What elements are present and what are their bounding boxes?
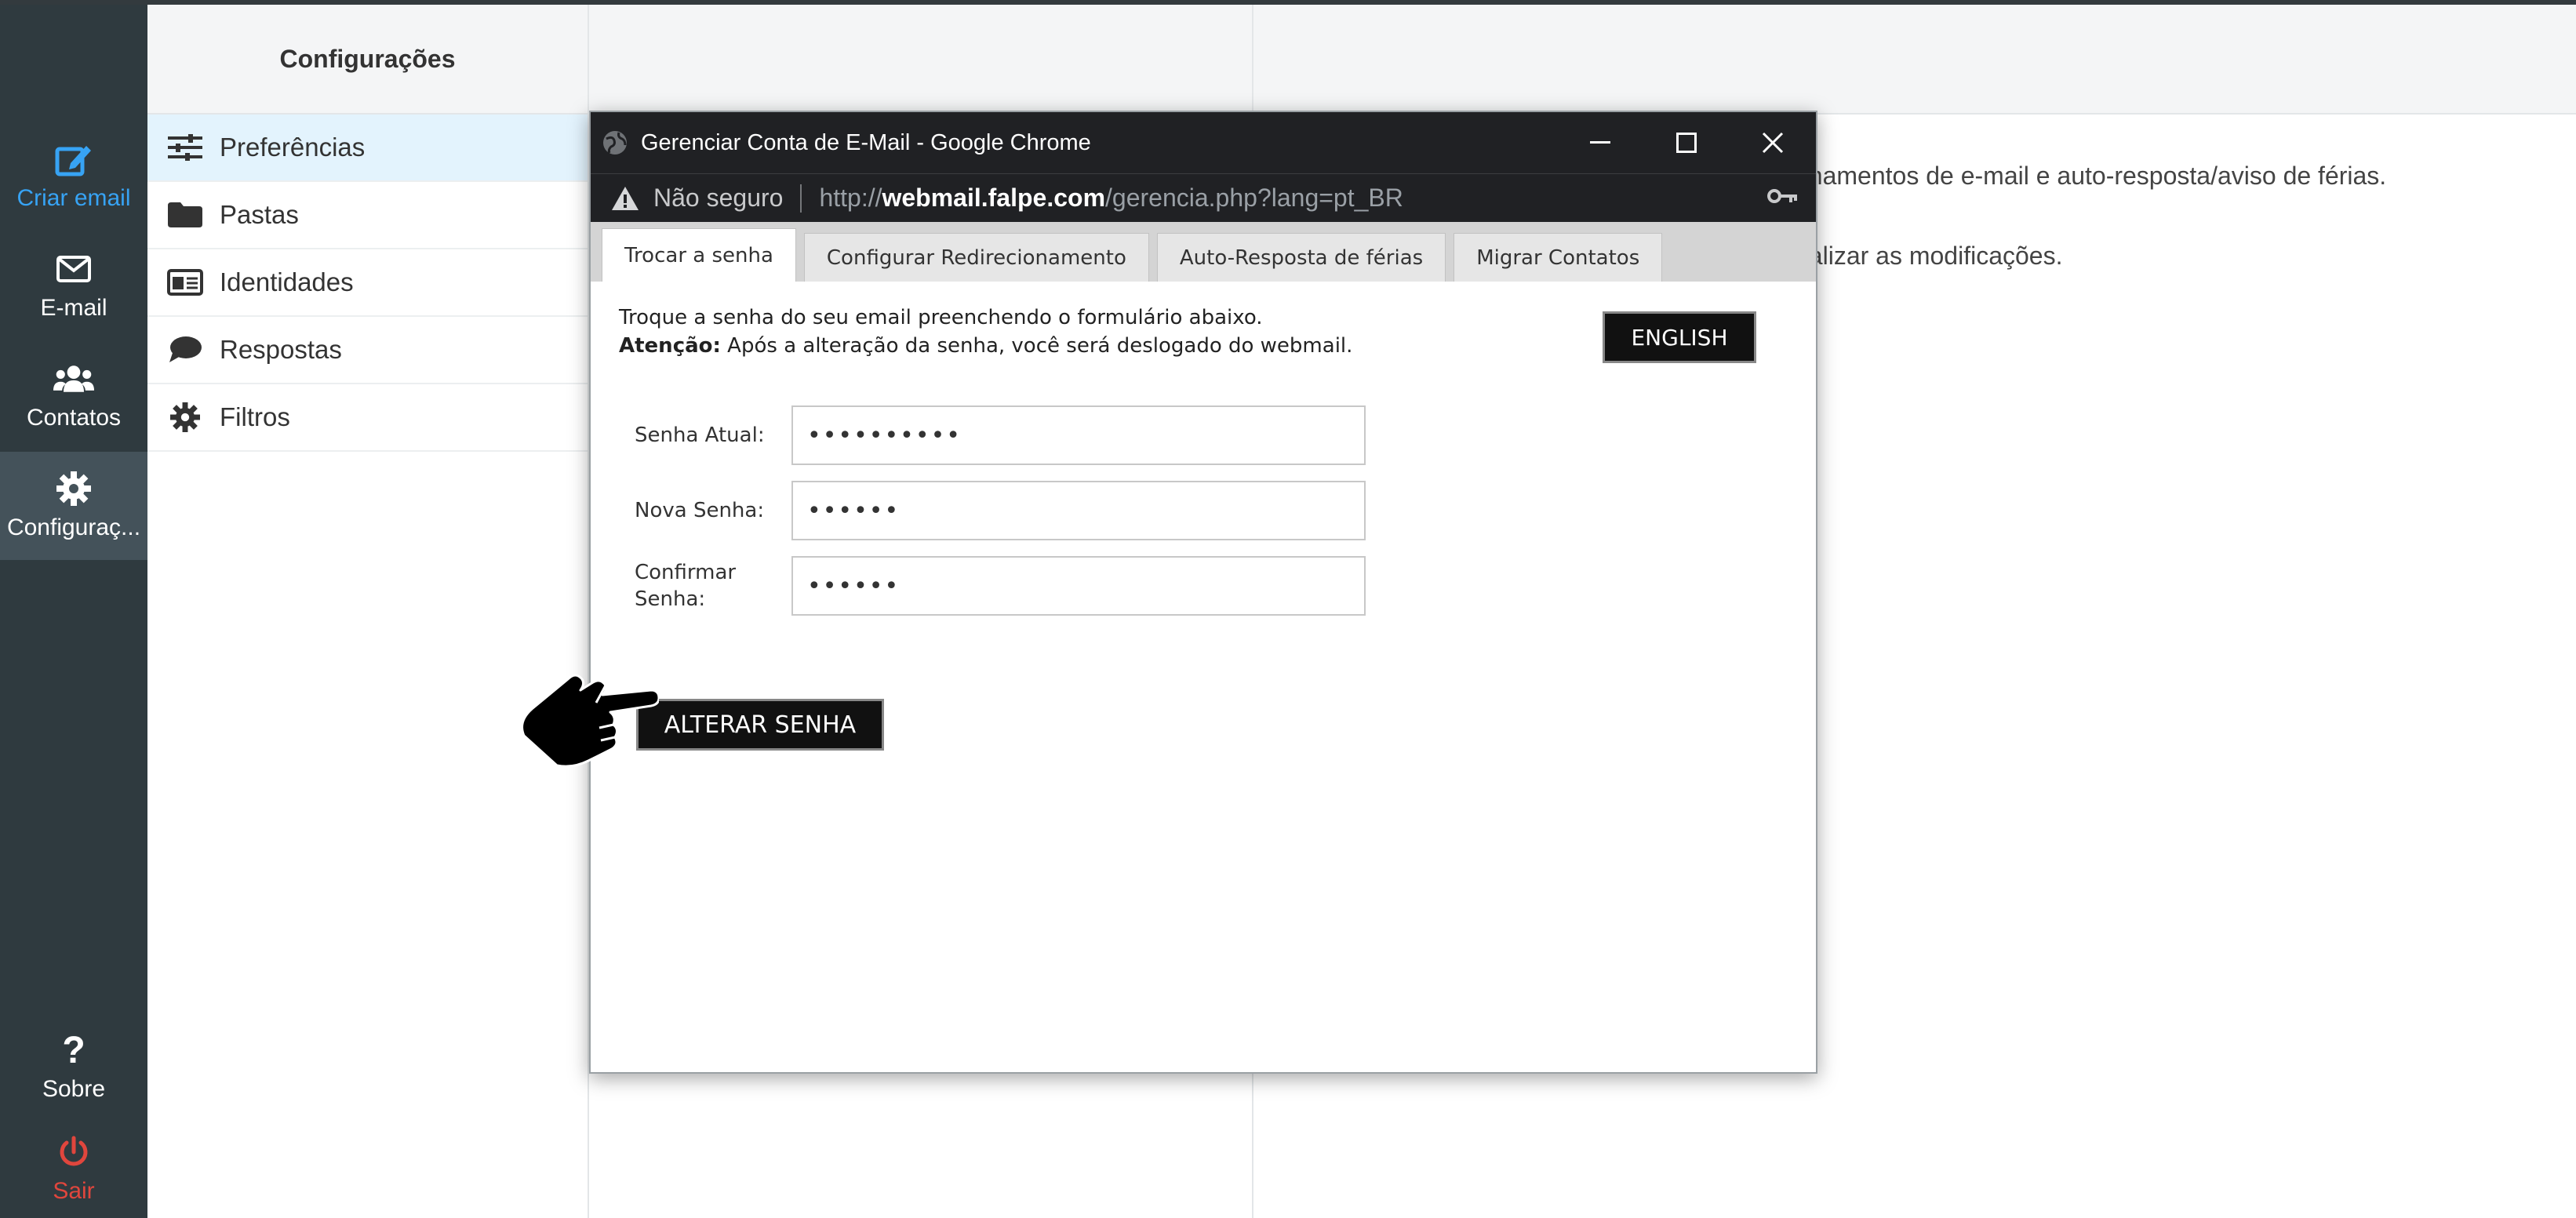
- settings-item-label: Filtros: [220, 402, 290, 431]
- settings-panel: Configurações Preferências Pastas Identi…: [147, 5, 589, 1218]
- envelope-icon: [53, 251, 94, 287]
- folder-icon: [166, 201, 204, 229]
- address-bar[interactable]: Não seguro http://webmail.falpe.com/gere…: [591, 173, 1816, 222]
- globe-icon: [602, 129, 628, 156]
- settings-title: Configurações: [147, 5, 588, 115]
- window-titlebar: Gerenciar Conta de E-Mail - Google Chrom…: [591, 112, 1816, 173]
- tab-change-password[interactable]: Trocar a senha: [602, 228, 796, 282]
- content-text-2: ealizar as modificações.: [1795, 242, 2063, 270]
- nav-contacts-label: Contatos: [26, 405, 122, 431]
- minimize-icon: [1590, 141, 1610, 144]
- minimize-button[interactable]: [1557, 112, 1643, 173]
- page-url: http://webmail.falpe.com/gerencia.php?la…: [819, 184, 1403, 213]
- tab-redirect[interactable]: Configurar Redirecionamento: [803, 233, 1149, 282]
- settings-item-label: Pastas: [220, 200, 299, 229]
- warning-icon: [611, 186, 639, 211]
- settings-item-folders[interactable]: Pastas: [147, 182, 588, 249]
- maximize-button[interactable]: [1643, 112, 1730, 173]
- gear-icon: [53, 471, 94, 507]
- settings-item-identities[interactable]: Identidades: [147, 249, 588, 317]
- address-separator: [800, 184, 802, 213]
- key-icon[interactable]: [1767, 187, 1799, 210]
- settings-item-preferences[interactable]: Preferências: [147, 115, 588, 182]
- confirm-password-input[interactable]: [791, 556, 1366, 616]
- confirm-password-label: Confirmar Senha:: [635, 561, 737, 611]
- nav-about[interactable]: ? Sobre: [0, 1024, 147, 1111]
- nav-settings-label: Configuraç...: [6, 514, 141, 540]
- nav-logout-label: Sair: [53, 1178, 95, 1204]
- current-password-input[interactable]: [791, 405, 1366, 465]
- new-password-input[interactable]: [791, 481, 1366, 540]
- compose-icon: [53, 141, 94, 177]
- url-path: /gerencia.php?lang=pt_BR: [1105, 184, 1403, 212]
- tab-migrate-contacts[interactable]: Migrar Contatos: [1454, 233, 1663, 282]
- tab-vacation-reply[interactable]: Auto-Resposta de férias: [1156, 233, 1446, 282]
- close-button[interactable]: [1730, 112, 1816, 173]
- attention-text: Após a alteração da senha, você será des…: [720, 334, 1353, 358]
- nav-mail[interactable]: E-mail: [0, 232, 147, 340]
- nav-contacts[interactable]: Contatos: [0, 342, 147, 450]
- question-icon: ?: [62, 1029, 86, 1071]
- maximize-icon: [1676, 133, 1697, 153]
- sliders-icon: [166, 133, 204, 162]
- settings-item-responses[interactable]: Respostas: [147, 317, 588, 384]
- attention-label: Atenção:: [619, 334, 721, 358]
- settings-list: Preferências Pastas Identidades Resposta…: [147, 115, 588, 452]
- confirm-password-row: Confirmar Senha:: [635, 556, 1366, 616]
- users-icon: [53, 361, 94, 397]
- current-password-label: Senha Atual:: [635, 424, 765, 447]
- settings-item-filters[interactable]: Filtros: [147, 384, 588, 452]
- url-scheme: http://: [819, 184, 882, 212]
- account-popup-window: Gerenciar Conta de E-Mail - Google Chrom…: [589, 111, 1817, 1074]
- url-host: webmail.falpe.com: [882, 184, 1106, 212]
- power-icon: [53, 1134, 94, 1170]
- change-password-button[interactable]: ALTERAR SENHA: [636, 699, 884, 751]
- english-button[interactable]: ENGLISH: [1603, 311, 1756, 363]
- settings-item-label: Preferências: [220, 133, 366, 162]
- pointing-hand-icon: [521, 674, 659, 768]
- gear-icon: [166, 402, 204, 432]
- settings-item-label: Respostas: [220, 335, 342, 364]
- new-password-row: Nova Senha:: [635, 481, 1366, 540]
- tab-bar: Trocar a senha Configurar Redirecionamen…: [591, 222, 1816, 282]
- window-title: Gerenciar Conta de E-Mail - Google Chrom…: [641, 129, 1091, 155]
- close-icon: [1762, 132, 1784, 154]
- nav-about-label: Sobre: [42, 1076, 106, 1102]
- content-text-1: onamentos de e-mail e auto-resposta/avis…: [1795, 162, 2387, 190]
- nav-compose-label: Criar email: [16, 185, 131, 211]
- new-password-label: Nova Senha:: [635, 499, 765, 522]
- id-card-icon: [166, 268, 204, 296]
- password-form: Troque a senha do seu email preenchendo …: [591, 282, 1816, 751]
- nav-compose[interactable]: Criar email: [0, 122, 147, 231]
- nav-logout[interactable]: Sair: [0, 1126, 147, 1213]
- insecure-label: Não seguro: [653, 184, 784, 212]
- middle-header: [589, 5, 1252, 115]
- main-nav: Criar email E-mail Contatos Configuraç..…: [0, 5, 147, 1218]
- nav-settings[interactable]: Configuraç...: [0, 452, 147, 560]
- current-password-row: Senha Atual:: [635, 405, 1366, 465]
- nav-mail-label: E-mail: [40, 295, 107, 321]
- content-header: [1253, 5, 2576, 115]
- settings-item-label: Identidades: [220, 267, 354, 296]
- comment-icon: [166, 336, 204, 364]
